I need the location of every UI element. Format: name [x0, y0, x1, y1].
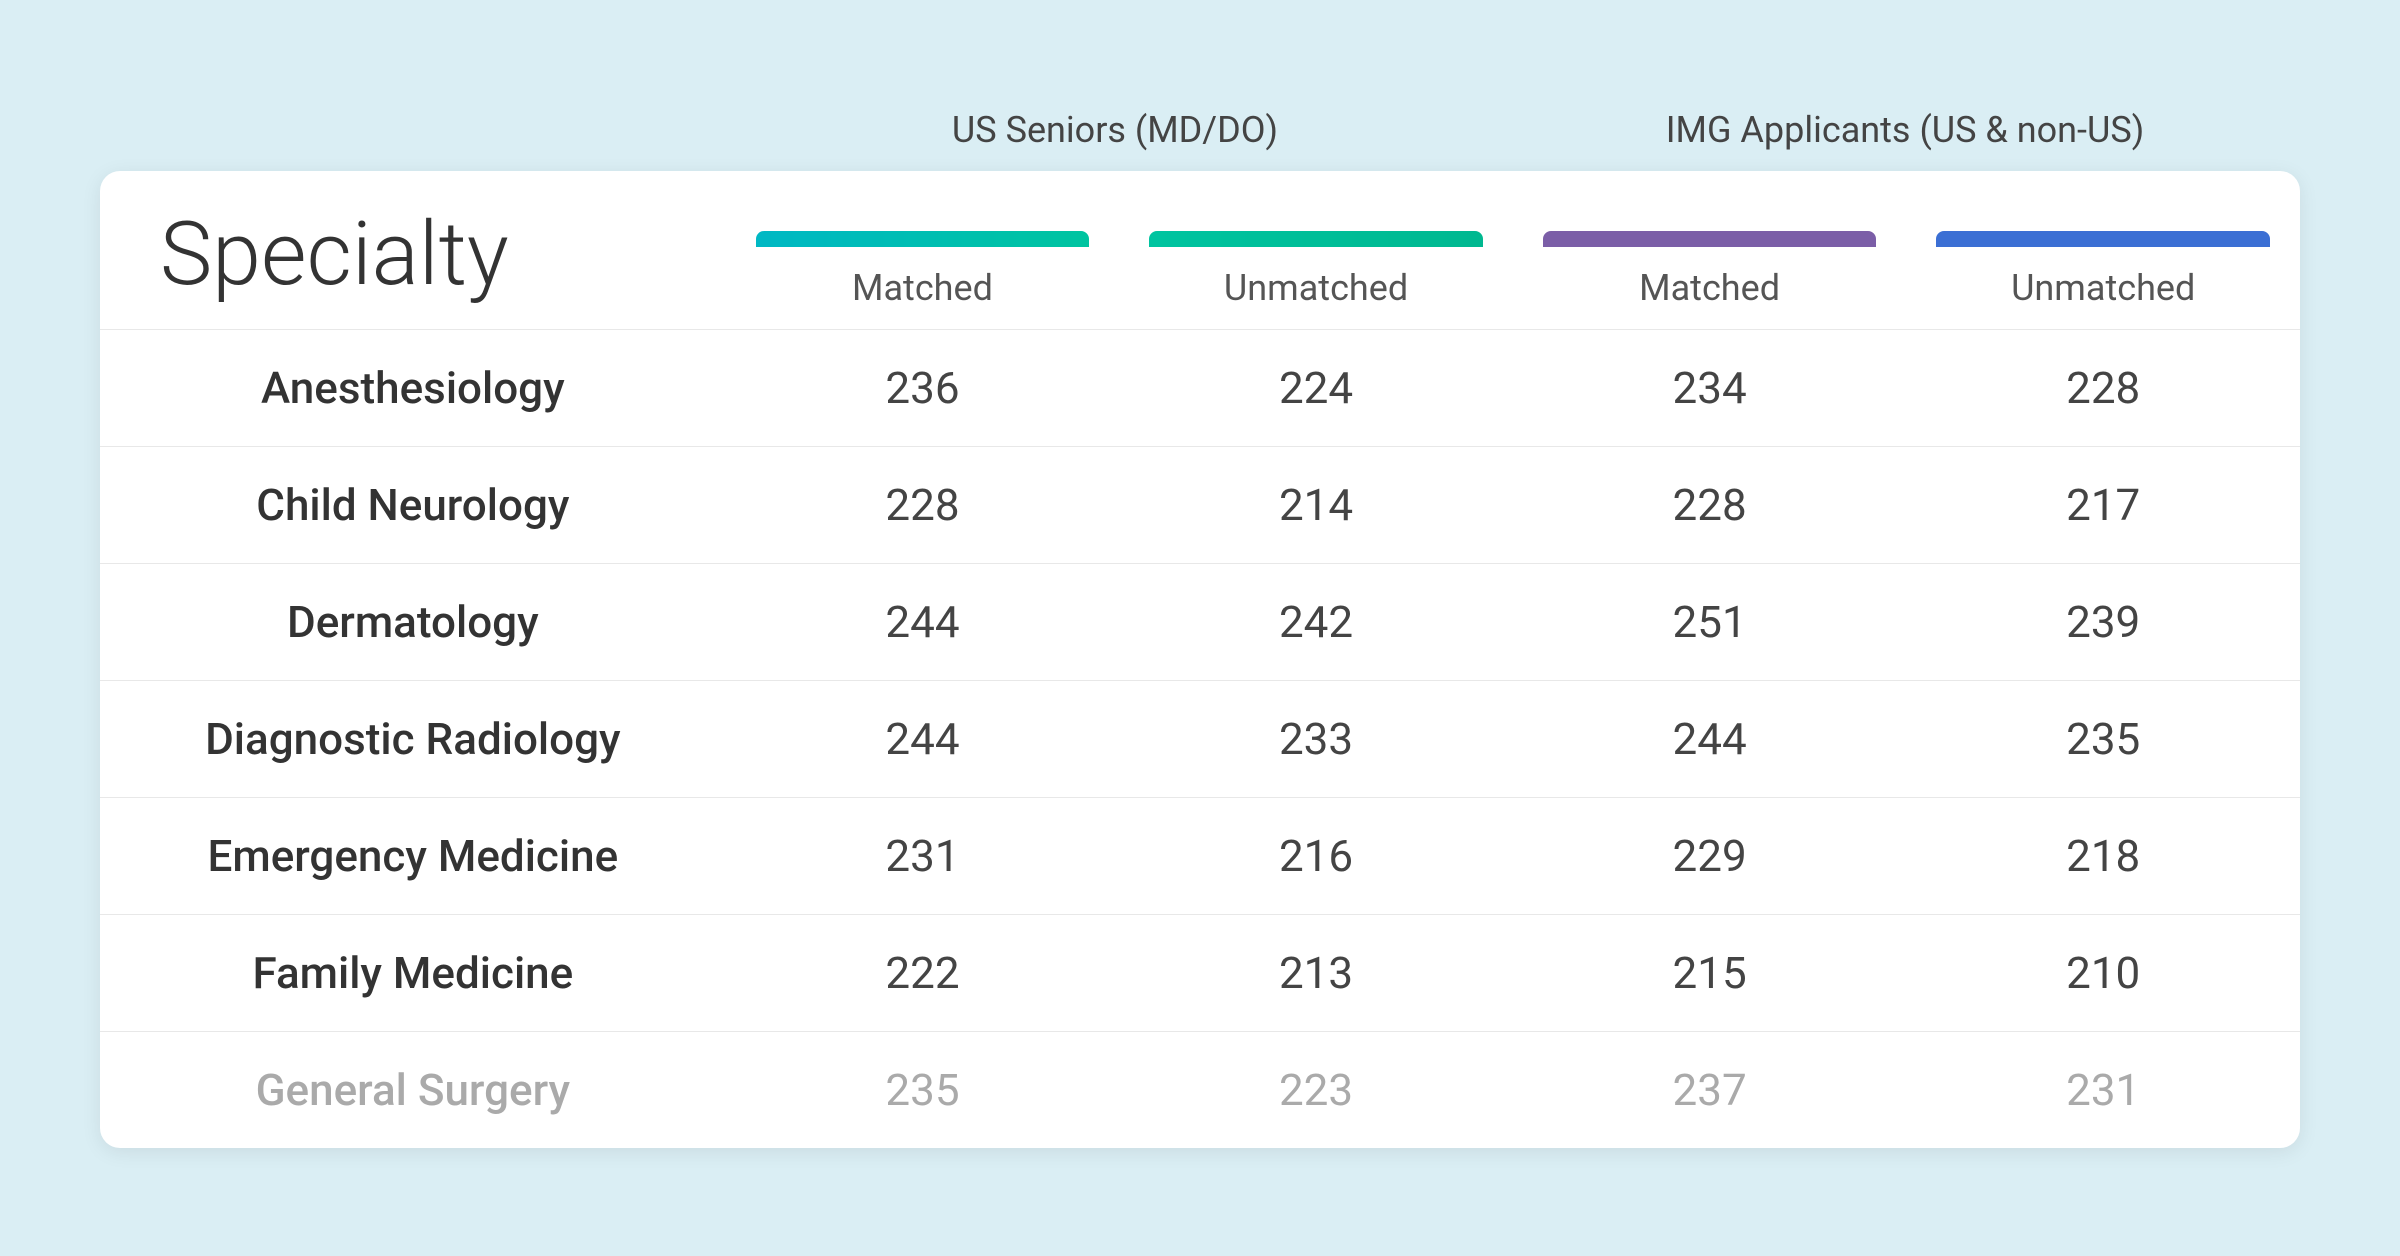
img-matched-cell: 244	[1513, 680, 1907, 797]
specialty-cell: General Surgery	[100, 1031, 726, 1148]
us-matched-cell: 236	[726, 329, 1120, 446]
table-row: Emergency Medicine231216229218	[100, 797, 2300, 914]
img-matched-cell: 251	[1513, 563, 1907, 680]
img-matched-cell: 229	[1513, 797, 1907, 914]
col-bar-blue	[1936, 231, 2270, 247]
img-matched-cell: 228	[1513, 446, 1907, 563]
specialty-cell: Child Neurology	[100, 446, 726, 563]
group-header-img-applicants: IMG Applicants (US & non-US)	[1510, 109, 2300, 161]
us-matched-cell: 222	[726, 914, 1120, 1031]
col-bar-green	[1149, 231, 1483, 247]
col-header-img-unmatched: Unmatched	[1906, 171, 2300, 330]
us-unmatched-cell: 224	[1119, 329, 1513, 446]
table-row: Diagnostic Radiology244233244235	[100, 680, 2300, 797]
col-label-us-matched: Matched	[852, 267, 993, 329]
us-unmatched-cell: 233	[1119, 680, 1513, 797]
us-matched-cell: 244	[726, 680, 1120, 797]
group-header-us-seniors: US Seniors (MD/DO)	[720, 109, 1510, 161]
us-matched-cell: 231	[726, 797, 1120, 914]
us-unmatched-cell: 214	[1119, 446, 1513, 563]
col-label-img-matched: Matched	[1639, 267, 1780, 329]
specialty-title: Specialty	[160, 203, 509, 306]
specialty-cell: Dermatology	[100, 563, 726, 680]
group-headers: US Seniors (MD/DO) IMG Applicants (US & …	[100, 109, 2300, 161]
table-row: Anesthesiology236224234228	[100, 329, 2300, 446]
us-matched-cell: 228	[726, 446, 1120, 563]
table-card: Specialty Matched Unmatched Matched	[100, 171, 2300, 1148]
col-bar-purple	[1543, 231, 1877, 247]
table-row: Family Medicine222213215210	[100, 914, 2300, 1031]
img-matched-cell: 215	[1513, 914, 1907, 1031]
col-header-img-matched: Matched	[1513, 171, 1907, 330]
main-table: Specialty Matched Unmatched Matched	[100, 171, 2300, 1148]
col-label-img-unmatched: Unmatched	[2011, 267, 2195, 329]
us-unmatched-cell: 213	[1119, 914, 1513, 1031]
img-unmatched-cell: 239	[1906, 563, 2300, 680]
us-unmatched-cell: 216	[1119, 797, 1513, 914]
table-row: General Surgery235223237231	[100, 1031, 2300, 1148]
us-matched-cell: 244	[726, 563, 1120, 680]
specialty-cell: Emergency Medicine	[100, 797, 726, 914]
specialty-cell: Family Medicine	[100, 914, 726, 1031]
col-header-us-unmatched: Unmatched	[1119, 171, 1513, 330]
specialty-header-cell: Specialty	[100, 171, 726, 330]
specialty-cell: Anesthesiology	[100, 329, 726, 446]
column-header-row: Specialty Matched Unmatched Matched	[100, 171, 2300, 330]
col-header-us-matched: Matched	[726, 171, 1120, 330]
us-unmatched-cell: 242	[1119, 563, 1513, 680]
img-unmatched-cell: 235	[1906, 680, 2300, 797]
table-row: Child Neurology228214228217	[100, 446, 2300, 563]
img-unmatched-cell: 217	[1906, 446, 2300, 563]
img-unmatched-cell: 228	[1906, 329, 2300, 446]
table-row: Dermatology244242251239	[100, 563, 2300, 680]
us-matched-cell: 235	[726, 1031, 1120, 1148]
col-label-us-unmatched: Unmatched	[1224, 267, 1408, 329]
col-bar-teal	[756, 231, 1090, 247]
img-matched-cell: 234	[1513, 329, 1907, 446]
page-wrapper: US Seniors (MD/DO) IMG Applicants (US & …	[100, 109, 2300, 1148]
us-unmatched-cell: 223	[1119, 1031, 1513, 1148]
img-matched-cell: 237	[1513, 1031, 1907, 1148]
img-unmatched-cell: 231	[1906, 1031, 2300, 1148]
img-unmatched-cell: 218	[1906, 797, 2300, 914]
img-unmatched-cell: 210	[1906, 914, 2300, 1031]
specialty-cell: Diagnostic Radiology	[100, 680, 726, 797]
